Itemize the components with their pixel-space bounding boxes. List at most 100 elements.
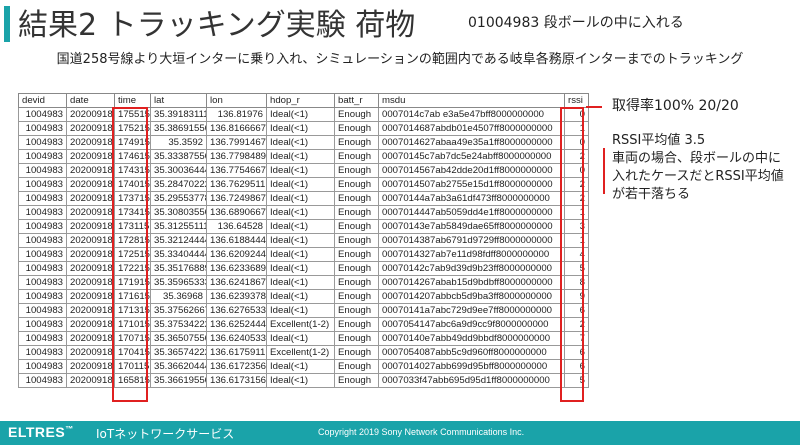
cell-lat: 35.36574222 [150, 345, 207, 360]
cell-msdu: 0007014027abb699d95bff8000000000 [378, 359, 565, 374]
cell-lon: 136.6173156 [206, 373, 267, 388]
cell-batt_r: Enough [334, 359, 379, 374]
tracking-table: devid date time lat lon hdop_r batt_r msdu rssi … [18, 93, 589, 388]
cell-devid: 1004983 [18, 205, 67, 220]
brand-name: ELTRES [8, 424, 66, 440]
cell-devid: 1004983 [18, 135, 67, 150]
cell-batt_r: Enough [334, 247, 379, 262]
cell-lat: 35.30803556 [150, 205, 207, 220]
cell-lat: 35.38691556 [150, 121, 207, 136]
cell-devid: 1004983 [18, 373, 67, 388]
cell-date: 20200918 [66, 345, 115, 360]
cell-lon: 136.6209244 [206, 247, 267, 262]
table-row: 1004983 20200918 174615 35.33387556 136.7798… [18, 149, 589, 164]
rssi-note: RSSI平均値 3.5 車両の場合、段ボールの中に 入れたケースだとRSSI平均… [612, 132, 784, 204]
cell-devid: 1004983 [18, 219, 67, 234]
table-row: 1004983 20200918 170715 35.36507556 136.6240… [18, 331, 589, 346]
service-name: IoTネットワークサービス [96, 427, 235, 441]
slide-id-label: 01004983 段ボールの中に入れる [468, 15, 684, 31]
cell-msdu: 0007014327ab7e11d98fdff8000000000 [378, 247, 565, 262]
cell-lat: 35.32124444 [150, 233, 207, 248]
cell-hdop_r: Ideal(<1) [266, 303, 335, 318]
table-row: 1004983 20200918 171315 35.37562667 136.6276… [18, 303, 589, 318]
cell-lat: 35.36507556 [150, 331, 207, 346]
cell-hdop_r: Ideal(<1) [266, 233, 335, 248]
footer-bar: ELTRES™ IoTネットワークサービス Copyright 2019 Son… [0, 421, 800, 445]
rssi-comment-3: が若干落ちる [612, 187, 691, 202]
rssi-comment-1: 車両の場合、段ボールの中に [612, 151, 782, 166]
cell-batt_r: Enough [334, 107, 379, 122]
table-row: 1004983 20200918 173715 35.29553778 136.7249… [18, 191, 589, 206]
cell-hdop_r: Ideal(<1) [266, 149, 335, 164]
cell-lat: 35.36620444 [150, 359, 207, 374]
cell-hdop_r: Ideal(<1) [266, 289, 335, 304]
rssi-average: RSSI平均値 3.5 [612, 133, 706, 148]
cell-hdop_r: Ideal(<1) [266, 247, 335, 262]
cell-batt_r: Enough [334, 373, 379, 388]
table-row: 1004983 20200918 171615 35.36968 136.6239378… [18, 289, 589, 304]
cell-lat: 35.36619556 [150, 373, 207, 388]
cell-batt_r: Enough [334, 345, 379, 360]
cell-lon: 136.7754667 [206, 163, 267, 178]
callout-connector [586, 106, 602, 108]
cell-devid: 1004983 [18, 247, 67, 262]
cell-msdu: 0007033f47abb695d95d1ff8000000000 [378, 373, 565, 388]
cell-batt_r: Enough [334, 289, 379, 304]
column-header-rssi: rssi [564, 93, 589, 108]
cell-lat: 35.28470222 [150, 177, 207, 192]
cell-lat: 35.35176889 [150, 261, 207, 276]
cell-date: 20200918 [66, 373, 115, 388]
cell-batt_r: Enough [334, 219, 379, 234]
cell-devid: 1004983 [18, 177, 67, 192]
cell-lat: 35.30036444 [150, 163, 207, 178]
table-row: 1004983 20200918 170115 35.36620444 136.6172… [18, 359, 589, 374]
cell-lon: 136.6276533 [206, 303, 267, 318]
cell-devid: 1004983 [18, 163, 67, 178]
column-header-msdu: msdu [378, 93, 565, 108]
cell-msdu: 00070140e7abb49dd9bbdf8000000000 [378, 331, 565, 346]
column-header-time: time [114, 93, 151, 108]
brand-logo: ELTRES™ [8, 424, 74, 440]
cell-msdu: 0007014627abaa49e35a1ff8000000000 [378, 135, 565, 150]
rssi-comment-2: 入れたケースだとRSSI平均値 [612, 169, 784, 184]
table-row: 1004983 20200918 174315 35.30036444 136.7754… [18, 163, 589, 178]
table-row: 1004983 20200918 171015 35.37534222 136.6252… [18, 317, 589, 332]
cell-devid: 1004983 [18, 233, 67, 248]
table-row: 1004983 20200918 174915 35.3592 136.7991467 I… [18, 135, 589, 150]
cell-hdop_r: Ideal(<1) [266, 163, 335, 178]
table-header-row: devid date time lat lon hdop_r batt_r msdu rssi [18, 93, 589, 108]
cell-batt_r: Enough [334, 121, 379, 136]
cell-date: 20200918 [66, 247, 115, 262]
cell-hdop_r: Excellent(1-2) [266, 345, 335, 360]
cell-lat: 35.37534222 [150, 317, 207, 332]
cell-hdop_r: Ideal(<1) [266, 359, 335, 374]
cell-lon: 136.81976 [206, 107, 267, 122]
cell-msdu: 0007054087abb5c9d960ff8000000000 [378, 345, 565, 360]
table-row: 1004983 20200918 175215 35.38691556 136.8166… [18, 121, 589, 136]
cell-date: 20200918 [66, 121, 115, 136]
cell-date: 20200918 [66, 275, 115, 290]
cell-lat: 35.37562667 [150, 303, 207, 318]
cell-date: 20200918 [66, 107, 115, 122]
cell-devid: 1004983 [18, 275, 67, 290]
cell-devid: 1004983 [18, 289, 67, 304]
callout-vertical-line [603, 148, 605, 194]
cell-lon: 136.6252444 [206, 317, 267, 332]
cell-batt_r: Enough [334, 233, 379, 248]
acquisition-rate-note: 取得率100% 20/20 [612, 98, 739, 114]
cell-hdop_r: Ideal(<1) [266, 191, 335, 206]
cell-lat: 35.39183111 [150, 107, 207, 122]
column-header-devid: devid [18, 93, 67, 108]
cell-msdu: 00070142c7ab9d39d9b23ff8000000000 [378, 261, 565, 276]
rssi-column-highlight [560, 107, 584, 402]
cell-lon: 136.6239378 [206, 289, 267, 304]
column-header-lat: lat [150, 93, 207, 108]
cell-lon: 136.8166667 [206, 121, 267, 136]
tracking-table-container: devid date time lat lon hdop_r batt_r msdu rssi … [18, 93, 589, 388]
table-row: 1004983 20200918 173115 35.31255111 136.6452… [18, 219, 589, 234]
cell-date: 20200918 [66, 233, 115, 248]
cell-hdop_r: Ideal(<1) [266, 373, 335, 388]
table-body: 1004983 20200918 175515 35.39183111 136.8197… [18, 107, 589, 388]
table-row: 1004983 20200918 172815 35.32124444 136.6188… [18, 233, 589, 248]
cell-lon: 136.6172356 [206, 359, 267, 374]
